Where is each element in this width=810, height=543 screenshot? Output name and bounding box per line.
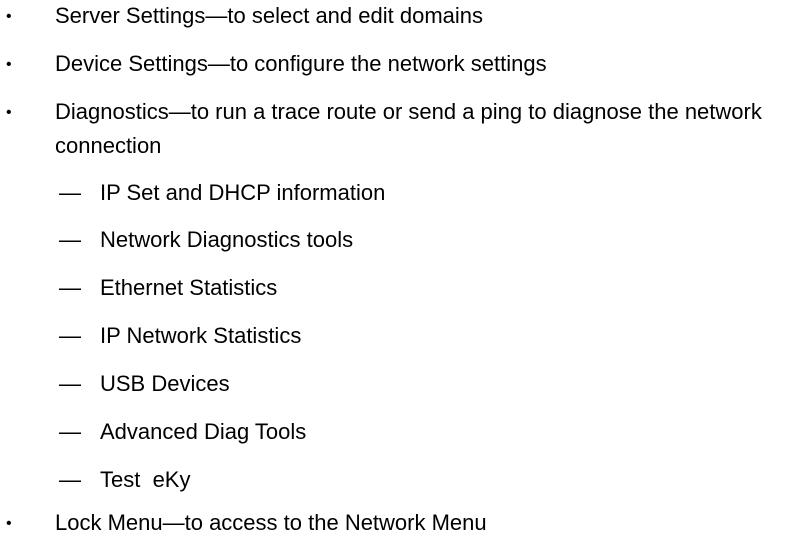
list-item-text: Diagnostics—to run a trace route or send… — [55, 99, 762, 158]
list-item-text: Device Settings—to configure the network… — [55, 51, 547, 76]
dash-marker: — — [59, 419, 81, 444]
sub-list-item-text: IP Network Statistics — [100, 323, 302, 348]
list-item-text: Lock Menu—to access to the Network Menu — [55, 510, 487, 535]
dash-marker: — — [59, 371, 81, 396]
bullet-marker — [6, 47, 22, 84]
sub-list-item-text: USB Devices — [100, 371, 230, 396]
list-item-text: Server Settings—to select and edit domai… — [55, 3, 484, 28]
document-page: Server Settings—to select and edit domai… — [0, 0, 810, 543]
dash-marker: — — [59, 180, 81, 205]
dash-marker: — — [59, 467, 81, 492]
bullet-marker — [6, 506, 22, 543]
sub-list-item-text: Ethernet Statistics — [100, 275, 278, 300]
sub-list-item-text: Advanced Diag Tools — [100, 419, 307, 444]
bullet-marker — [6, 95, 22, 132]
dash-marker: — — [59, 227, 81, 252]
sub-list-item-text: Test eKy — [100, 467, 191, 492]
sub-list-item-text: IP Set and DHCP information — [100, 180, 386, 205]
dash-marker: — — [59, 323, 81, 348]
sub-list-item-text: Network Diagnostics tools — [100, 227, 354, 252]
bullet-marker — [6, 0, 22, 36]
dash-marker: — — [59, 275, 81, 300]
